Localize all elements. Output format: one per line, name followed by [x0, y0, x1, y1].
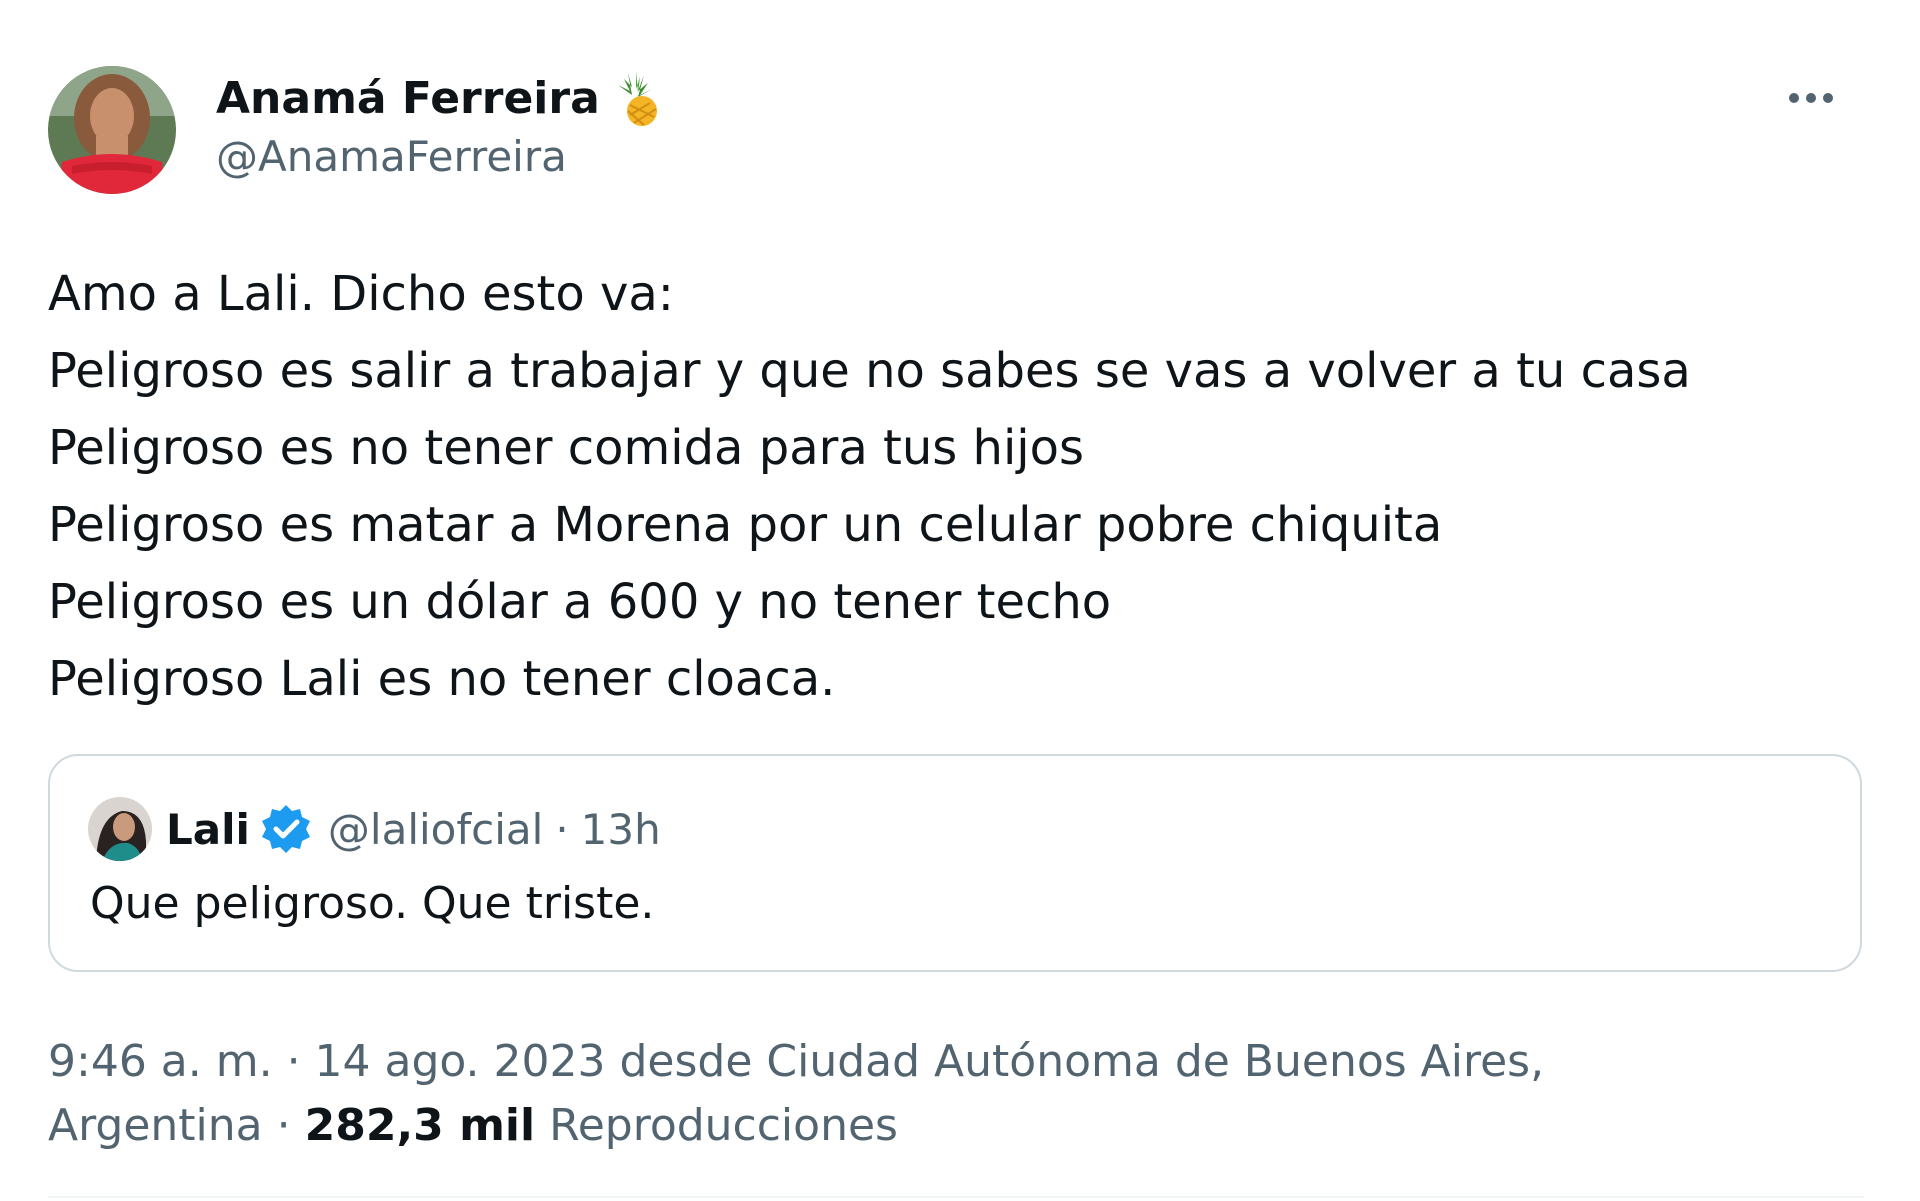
views-label: Reproducciones: [535, 1100, 898, 1151]
quoted-tweet-header: Lali @laliofcial · 13h: [88, 796, 661, 862]
quoted-author-name[interactable]: Lali: [166, 805, 250, 854]
tweet-text-line: Peligroso es no tener comida para tus hi…: [48, 420, 1084, 476]
tweet-text-line: Peligroso Lali es no tener cloaca.: [48, 651, 836, 707]
pineapple-icon: [614, 69, 660, 127]
author-block: Anamá Ferreira @AnamaFerreira: [216, 68, 660, 181]
author-handle[interactable]: @AnamaFerreira: [216, 132, 660, 181]
bottom-divider: [48, 1196, 1864, 1198]
quoted-avatar-photo-icon: [88, 797, 152, 861]
tweet-meta: 9:46 a. m. · 14 ago. 2023 desde Ciudad A…: [48, 1030, 1848, 1158]
tweet-location-country: Argentina ·: [48, 1100, 305, 1151]
tweet-timestamp-location[interactable]: 9:46 a. m. · 14 ago. 2023 desde Ciudad A…: [48, 1030, 1848, 1094]
quoted-timestamp[interactable]: 13h: [581, 805, 661, 854]
views-count: 282,3 mil: [304, 1100, 536, 1151]
tweet-text-line: Amo a Lali. Dicho esto va:: [48, 266, 674, 322]
tweet-text: Amo a Lali. Dicho esto va: Peligroso es …: [48, 256, 1848, 718]
tweet-card: Anamá Ferreira @AnamaFerreira Amo a Lali…: [48, 0, 1864, 1201]
quoted-author-handle[interactable]: @laliofcial: [328, 805, 543, 854]
tweet-text-line: Peligroso es matar a Morena por un celul…: [48, 497, 1443, 553]
quoted-tweet-text: Que peligroso. Que triste.: [90, 878, 655, 929]
author-display-name[interactable]: Anamá Ferreira: [216, 73, 600, 124]
more-options-icon[interactable]: [1786, 88, 1836, 108]
quoted-author-avatar[interactable]: [88, 797, 152, 861]
separator-dot: ·: [555, 804, 569, 854]
tweet-text-line: Peligroso es salir a trabajar y que no s…: [48, 343, 1691, 399]
quoted-tweet-card[interactable]: Lali @laliofcial · 13h Que peligroso. Qu…: [48, 754, 1862, 972]
author-avatar[interactable]: [48, 66, 176, 194]
tweet-text-line: Peligroso es un dólar a 600 y no tener t…: [48, 574, 1112, 630]
author-name-row: Anamá Ferreira: [216, 68, 660, 128]
verified-badge-icon: [260, 803, 312, 855]
tweet-header: Anamá Ferreira @AnamaFerreira: [48, 66, 1864, 196]
tweet-meta-line2: Argentina · 282,3 mil Reproducciones: [48, 1094, 1848, 1158]
avatar-photo-icon: [48, 66, 176, 194]
